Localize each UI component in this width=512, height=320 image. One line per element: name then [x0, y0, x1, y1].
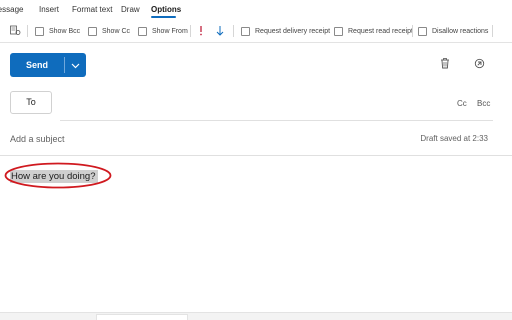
to-field-underline — [60, 120, 493, 121]
show-bcc-checkbox[interactable] — [35, 26, 44, 36]
subject-input[interactable]: Add a subject — [10, 134, 65, 144]
show-from-toggle[interactable]: Show From — [138, 24, 188, 38]
permissions-icon — [10, 25, 21, 38]
compose-window: Message Insert Format text Draw Options … — [0, 0, 512, 320]
tab-draw[interactable]: Draw — [121, 5, 140, 14]
read-receipt-label: Request read receipt — [348, 27, 413, 35]
tab-message[interactable]: Message — [0, 5, 23, 14]
disallow-reactions-toggle[interactable]: Disallow reactions — [418, 24, 488, 38]
low-importance-icon — [216, 25, 224, 38]
show-from-label: Show From — [152, 27, 188, 35]
ribbon-tabs: Message Insert Format text Draw Options — [0, 0, 512, 18]
read-receipt-checkbox[interactable] — [334, 26, 343, 36]
discard-button[interactable] — [438, 58, 452, 72]
disallow-reactions-label: Disallow reactions — [432, 27, 489, 35]
send-button[interactable]: Send — [10, 53, 64, 77]
divider — [27, 25, 28, 37]
trash-icon — [440, 56, 450, 74]
permissions-button[interactable] — [10, 24, 21, 38]
show-cc-checkbox[interactable] — [88, 26, 97, 36]
show-from-checkbox[interactable] — [138, 26, 147, 36]
show-cc-toggle[interactable]: Show Cc — [88, 24, 130, 38]
pop-out-button[interactable] — [472, 58, 486, 72]
red-annotation-ellipse — [4, 162, 112, 189]
pop-out-icon — [474, 56, 485, 74]
disallow-reactions-checkbox[interactable] — [418, 26, 427, 36]
delivery-receipt-toggle[interactable]: Request delivery receipt — [241, 24, 330, 38]
high-importance-button[interactable] — [198, 24, 204, 38]
divider — [190, 25, 191, 37]
show-cc-label: Show Cc — [102, 27, 131, 35]
low-importance-button[interactable] — [216, 24, 224, 38]
cc-button[interactable]: Cc — [457, 99, 467, 108]
bcc-button[interactable]: Bcc — [477, 99, 490, 108]
show-bcc-label: Show Bcc — [49, 27, 81, 35]
send-split-button: Send — [10, 53, 86, 77]
tab-options[interactable]: Options — [151, 5, 181, 14]
bottom-tab[interactable] — [96, 314, 188, 320]
show-bcc-toggle[interactable]: Show Bcc — [35, 24, 80, 38]
divider — [233, 25, 234, 37]
send-options-dropdown[interactable] — [65, 53, 86, 77]
ribbon-commands: Show Bcc Show Cc Show From Request deliv… — [0, 19, 512, 43]
to-recipients-input[interactable] — [60, 92, 440, 114]
to-button[interactable]: To — [10, 91, 52, 114]
chevron-down-icon — [71, 56, 80, 74]
read-receipt-toggle[interactable]: Request read receipt — [334, 24, 413, 38]
divider — [492, 25, 493, 37]
delivery-receipt-label: Request delivery receipt — [255, 27, 331, 35]
high-importance-icon — [198, 25, 204, 38]
active-tab-indicator — [151, 16, 176, 18]
tab-insert[interactable]: Insert — [39, 5, 59, 14]
delivery-receipt-checkbox[interactable] — [241, 26, 250, 36]
divider — [412, 25, 413, 37]
bottom-tab-strip — [0, 312, 512, 320]
draft-status: Draft saved at 2:33 — [420, 134, 488, 143]
tab-format-text[interactable]: Format text — [72, 5, 112, 14]
